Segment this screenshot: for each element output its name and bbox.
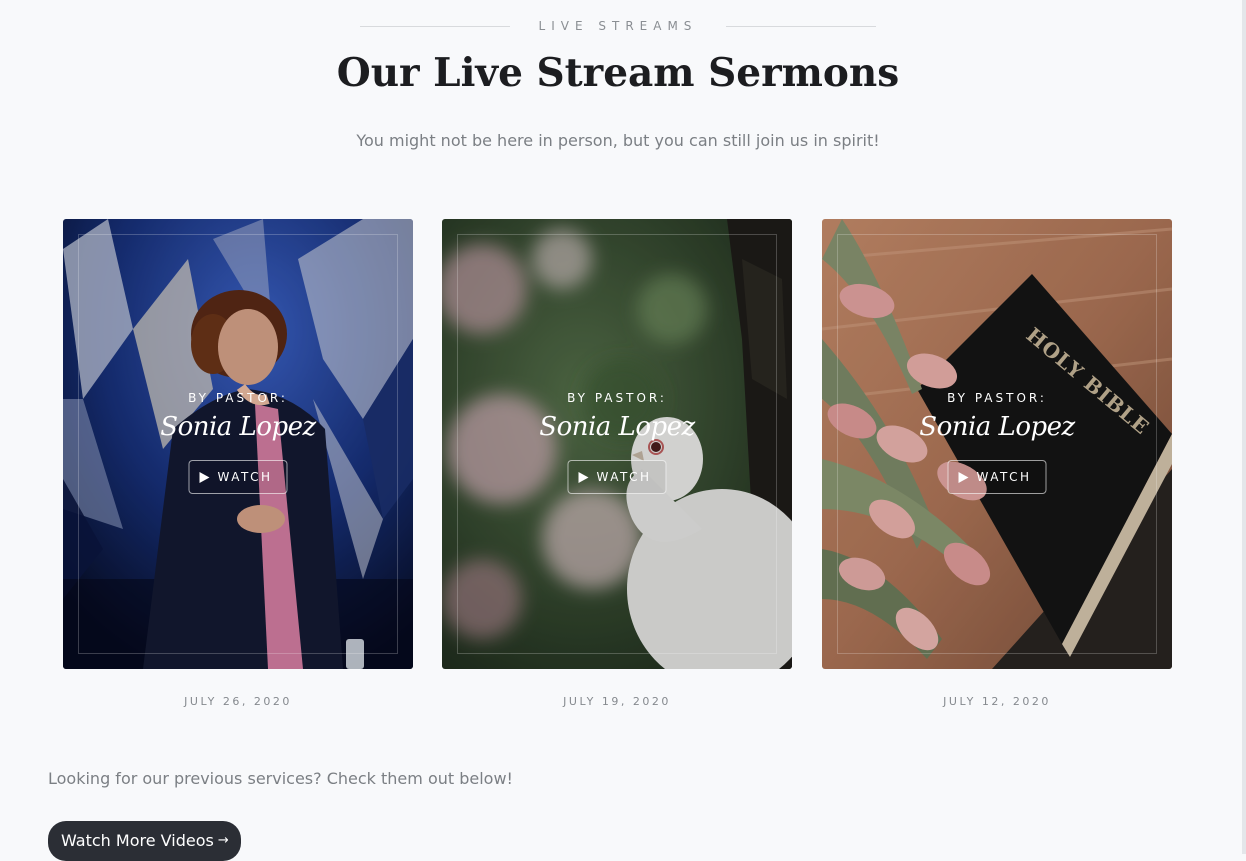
sermon-card[interactable]: HOLY BIBLE BY PASTOR: Sonia Lopez WATCH: [822, 219, 1172, 669]
sermon-card[interactable]: BY PASTOR: Sonia Lopez WATCH: [442, 219, 792, 669]
watch-button[interactable]: WATCH: [947, 460, 1047, 494]
play-icon: [958, 471, 969, 483]
watch-button[interactable]: WATCH: [567, 460, 667, 494]
sermon-card[interactable]: BY PASTOR: Sonia Lopez WATCH: [63, 219, 413, 669]
sermon-date: JULY 19, 2020: [563, 695, 671, 708]
pastor-byline: BY PASTOR:: [188, 391, 288, 405]
page-subtitle: You might not be here in person, but you…: [356, 131, 880, 150]
sermon-date: JULY 12, 2020: [943, 695, 1051, 708]
watch-more-label: Watch More Videos: [61, 831, 214, 850]
pastor-byline: BY PASTOR:: [567, 391, 667, 405]
pastor-byline: BY PASTOR:: [947, 391, 1047, 405]
watch-label: WATCH: [217, 470, 273, 484]
watch-label: WATCH: [976, 470, 1032, 484]
pastor-name: Sonia Lopez: [160, 412, 316, 442]
scrollbar-track[interactable]: [1242, 0, 1246, 854]
arrow-right-icon: →: [217, 833, 229, 848]
watch-more-videos-button[interactable]: Watch More Videos →: [48, 821, 241, 861]
page-title: Our Live Stream Sermons: [336, 50, 900, 96]
play-icon: [578, 471, 589, 483]
watch-button[interactable]: WATCH: [188, 460, 288, 494]
watch-label: WATCH: [596, 470, 652, 484]
sermon-date: JULY 26, 2020: [184, 695, 292, 708]
previous-services-prompt: Looking for our previous services? Check…: [48, 769, 513, 788]
play-icon: [199, 471, 210, 483]
pastor-name: Sonia Lopez: [539, 412, 695, 442]
section-eyebrow: LIVE STREAMS: [360, 18, 876, 34]
divider-right: [726, 26, 876, 27]
pastor-name: Sonia Lopez: [919, 412, 1075, 442]
